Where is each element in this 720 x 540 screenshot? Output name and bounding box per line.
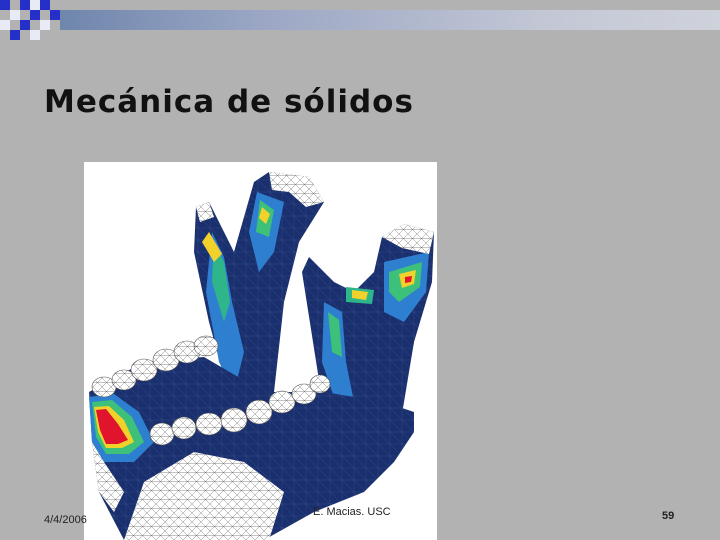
corner-square-pattern [0, 0, 60, 40]
footer-author: E. Macias. USC [313, 506, 391, 518]
footer-date: 4/4/2006 [44, 514, 87, 526]
slide-number: 59 [662, 510, 675, 522]
mandible-fem-image [84, 162, 437, 540]
slide-title: Mecánica de sólidos [44, 84, 414, 120]
header-gradient-bar [60, 10, 720, 30]
slide: Mecánica de sólidos 4/4/2006 E. Macias. … [0, 0, 720, 540]
mandible-illustration [89, 172, 434, 540]
